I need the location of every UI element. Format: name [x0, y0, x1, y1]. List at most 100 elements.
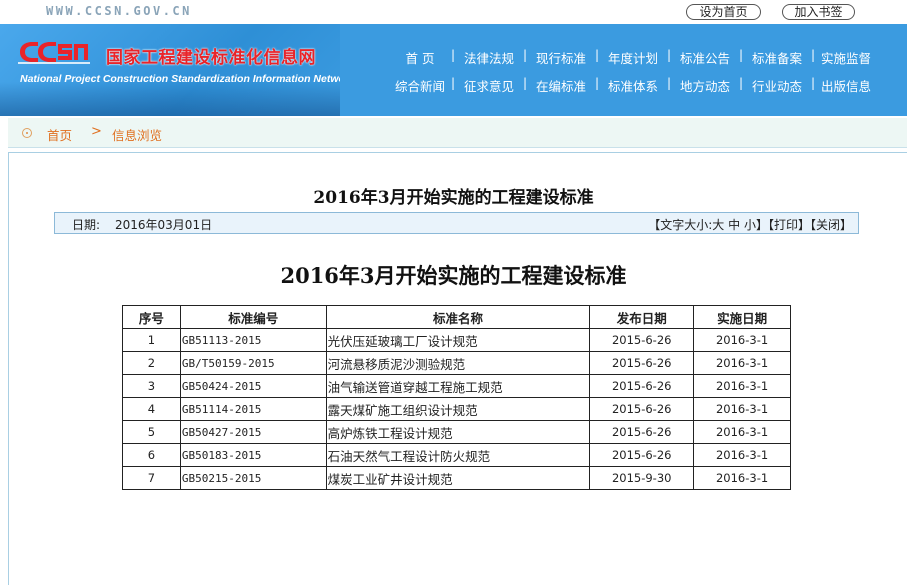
cell-code: GB/T50159-2015 — [179, 351, 327, 375]
cell-code: GB51114-2015 — [179, 397, 327, 421]
cell-name: 石油天然气工程设计防火规范 — [325, 443, 591, 467]
table-heading: 2016年3月开始实施的工程建设标准 — [280, 263, 627, 288]
font-large-link[interactable]: 大 — [712, 218, 724, 232]
site-header: 国家工程建设标准化信息网 National Project Constructi… — [0, 24, 907, 116]
nav-local-news[interactable]: 地方动态 — [674, 76, 736, 94]
cell-effective-date: 2016-3-1 — [693, 443, 791, 467]
col-header-code: 标准编号 — [179, 305, 327, 329]
article-meta-bar: 日期: 2016年03月01日 【文字大小:大 中 小】【打印】【关闭】 — [54, 212, 859, 234]
table-row: 1 GB51113-2015 光伏压延玻璃工厂设计规范 2015-6-26 20… — [122, 328, 791, 352]
nav-publishing[interactable]: 出版信息 — [818, 76, 874, 94]
table-row: 2 GB/T50159-2015 河流悬移质泥沙测验规范 2015-6-26 2… — [122, 351, 791, 375]
nav-separator: | — [810, 76, 816, 90]
nav-separator: | — [666, 48, 672, 62]
print-link[interactable]: 【打印】 — [768, 218, 810, 232]
nav-separator: | — [738, 76, 744, 90]
cell-index: 3 — [122, 374, 181, 398]
nav-standard-system[interactable]: 标准体系 — [602, 76, 664, 94]
nav-standard-notices[interactable]: 标准公告 — [674, 48, 736, 66]
cell-code: GB50183-2015 — [179, 443, 327, 467]
nav-annual-plan[interactable]: 年度计划 — [602, 48, 664, 66]
font-size-label: 【文字大小: — [648, 218, 713, 232]
breadcrumb-home-link[interactable]: 首页 — [47, 125, 72, 144]
article-tools: 【文字大小:大 中 小】【打印】【关闭】 — [648, 216, 852, 233]
cell-publish-date: 2015-6-26 — [589, 397, 695, 421]
nav-drafting-standards[interactable]: 在编标准 — [530, 76, 592, 94]
table-row: 7 GB50215-2015 煤炭工业矿井设计规范 2015-9-30 2016… — [122, 466, 791, 490]
cell-code: GB51113-2015 — [179, 328, 327, 352]
banner-shade — [0, 82, 340, 116]
breadcrumb: 首页 > 信息浏览 — [8, 118, 907, 148]
nav-home[interactable]: 首 页 — [392, 48, 448, 66]
nav-current-standards[interactable]: 现行标准 — [530, 48, 592, 66]
nav-laws[interactable]: 法律法规 — [458, 48, 520, 66]
cell-index: 6 — [122, 443, 181, 467]
cell-effective-date: 2016-3-1 — [693, 351, 791, 375]
site-title-cn: 国家工程建设标准化信息网 — [106, 48, 316, 68]
main-nav-row-1: 首 页 | 法律法规 | 现行标准 | 年度计划 | 标准公告 | 标准备案 |… — [392, 48, 892, 66]
cell-publish-date: 2015-6-26 — [589, 443, 695, 467]
close-link[interactable]: 【关闭】 — [810, 218, 852, 232]
cell-publish-date: 2015-6-26 — [589, 374, 695, 398]
nav-separator: | — [522, 76, 528, 90]
bookmark-button[interactable]: 加入书签 — [782, 4, 855, 20]
chevron-right-icon: > — [91, 124, 102, 139]
cell-effective-date: 2016-3-1 — [693, 397, 791, 421]
standards-table: 序号 标准编号 标准名称 发布日期 实施日期 1 GB51113-2015 光伏… — [122, 305, 791, 490]
cell-code: GB50424-2015 — [179, 374, 327, 398]
nav-separator: | — [594, 76, 600, 90]
col-header-name: 标准名称 — [325, 305, 591, 329]
table-row: 6 GB50183-2015 石油天然气工程设计防火规范 2015-6-26 2… — [122, 443, 791, 467]
font-medium-link[interactable]: 中 — [728, 218, 740, 232]
site-title-en: National Project Construction Standardiz… — [20, 73, 340, 85]
nav-news[interactable]: 综合新闻 — [392, 76, 448, 94]
cell-effective-date: 2016-3-1 — [693, 466, 791, 490]
article-title: 2016年3月开始实施的工程建设标准 — [313, 188, 594, 208]
col-header-index: 序号 — [122, 305, 181, 329]
main-nav-row-2: 综合新闻 | 征求意见 | 在编标准 | 标准体系 | 地方动态 | 行业动态 … — [392, 76, 892, 94]
cell-effective-date: 2016-3-1 — [693, 328, 791, 352]
cell-name: 光伏压延玻璃工厂设计规范 — [325, 328, 591, 352]
breadcrumb-current[interactable]: 信息浏览 — [112, 125, 162, 144]
cell-index: 7 — [122, 466, 181, 490]
ccsn-logo-icon — [18, 42, 90, 64]
table-row: 5 GB50427-2015 高炉炼铁工程设计规范 2015-6-26 2016… — [122, 420, 791, 444]
cell-index: 2 — [122, 351, 181, 375]
nav-industry-news[interactable]: 行业动态 — [746, 76, 808, 94]
nav-separator: | — [450, 48, 456, 62]
font-small-link[interactable]: 小】 — [744, 218, 768, 232]
date-label: 日期: — [72, 218, 101, 232]
set-home-button[interactable]: 设为首页 — [686, 4, 761, 20]
nav-separator: | — [594, 48, 600, 62]
cell-index: 1 — [122, 328, 181, 352]
cell-publish-date: 2015-6-26 — [589, 351, 695, 375]
cell-publish-date: 2015-6-26 — [589, 328, 695, 352]
cell-effective-date: 2016-3-1 — [693, 420, 791, 444]
cell-code: GB50215-2015 — [179, 466, 327, 490]
nav-supervision[interactable]: 实施监督 — [818, 48, 874, 66]
nav-comments[interactable]: 征求意见 — [458, 76, 520, 94]
top-strip: WWW.CCSN.GOV.CN 设为首页 加入书签 — [0, 0, 907, 24]
table-header-row: 序号 标准编号 标准名称 发布日期 实施日期 — [122, 305, 791, 329]
cell-name: 油气输送管道穿越工程施工规范 — [325, 374, 591, 398]
nav-separator: | — [450, 76, 456, 90]
cell-name: 露天煤矿施工组织设计规范 — [325, 397, 591, 421]
cell-publish-date: 2015-9-30 — [589, 466, 695, 490]
col-header-publish-date: 发布日期 — [589, 305, 695, 329]
location-dot-icon — [22, 128, 32, 138]
col-header-effective-date: 实施日期 — [693, 305, 791, 329]
cell-name: 河流悬移质泥沙测验规范 — [325, 351, 591, 375]
cell-index: 5 — [122, 420, 181, 444]
table-row: 4 GB51114-2015 露天煤矿施工组织设计规范 2015-6-26 20… — [122, 397, 791, 421]
cell-name: 煤炭工业矿井设计规范 — [325, 466, 591, 490]
nav-separator: | — [666, 76, 672, 90]
table-row: 3 GB50424-2015 油气输送管道穿越工程施工规范 2015-6-26 … — [122, 374, 791, 398]
cell-index: 4 — [122, 397, 181, 421]
cell-effective-date: 2016-3-1 — [693, 374, 791, 398]
cell-publish-date: 2015-6-26 — [589, 420, 695, 444]
nav-standard-filing[interactable]: 标准备案 — [746, 48, 808, 66]
nav-separator: | — [738, 48, 744, 62]
cell-code: GB50427-2015 — [179, 420, 327, 444]
site-url-text: WWW.CCSN.GOV.CN — [46, 4, 192, 18]
header-banner: 国家工程建设标准化信息网 National Project Constructi… — [0, 24, 340, 116]
